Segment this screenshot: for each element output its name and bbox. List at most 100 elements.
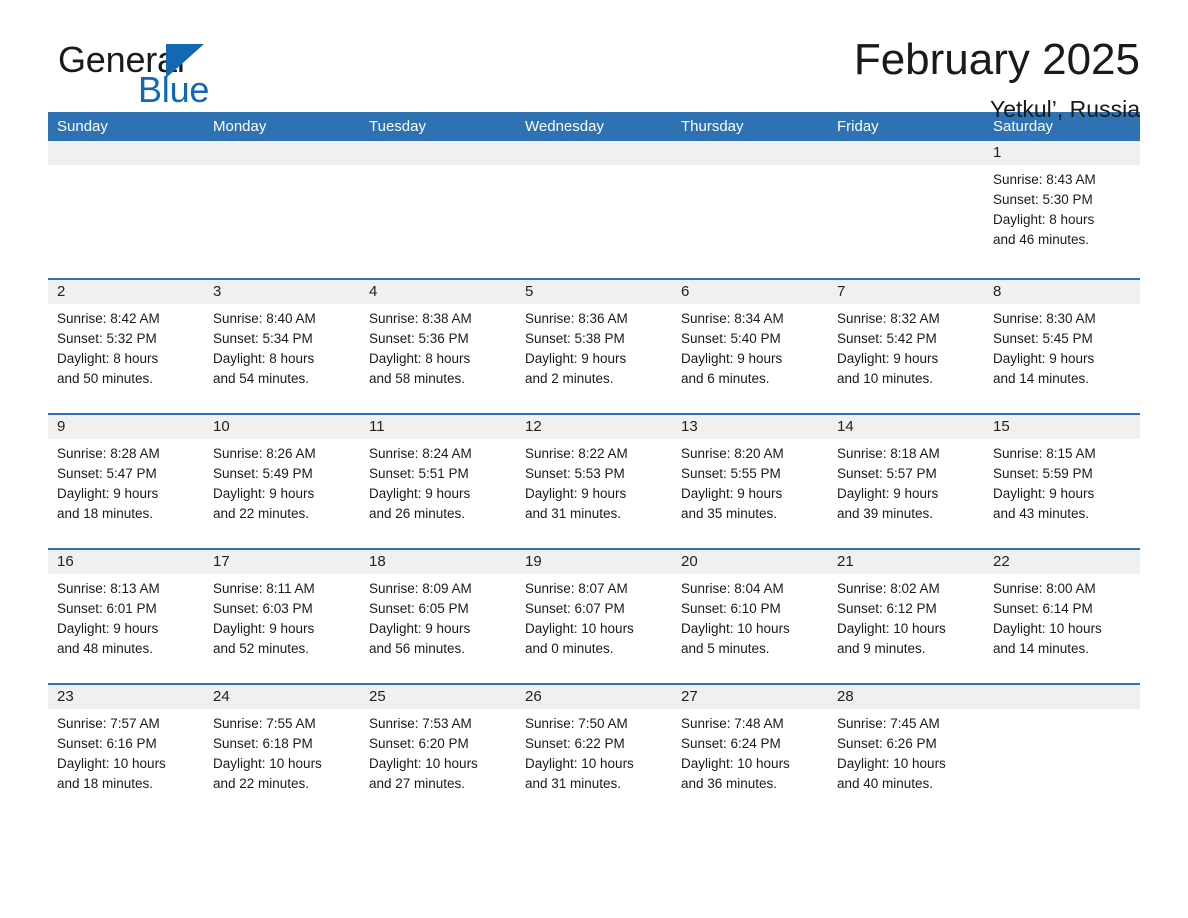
day-cell[interactable]: 6 Sunrise: 8:34 AM Sunset: 5:40 PM Daylight… xyxy=(672,280,828,413)
day-detail-line: Sunset: 5:49 PM xyxy=(213,466,313,481)
day-detail-line: Daylight: 9 hours xyxy=(213,621,315,636)
day-cell[interactable]: 8 Sunrise: 8:30 AM Sunset: 5:45 PM Daylight… xyxy=(984,280,1140,413)
day-cell[interactable]: 28 Sunrise: 7:45 AM Sunset: 6:26 PM Dayligh… xyxy=(828,685,984,818)
day-number: 23 xyxy=(48,685,204,709)
day-detail-line: Daylight: 10 hours xyxy=(837,756,946,771)
day-detail-line: Sunset: 6:24 PM xyxy=(681,736,781,751)
day-detail-line: Daylight: 9 hours xyxy=(993,486,1095,501)
day-details: Sunrise: 7:45 AM Sunset: 6:26 PM Daylight:… xyxy=(828,709,984,794)
day-detail-line: and 58 minutes. xyxy=(369,371,466,386)
day-detail-line: Sunset: 5:45 PM xyxy=(993,331,1093,346)
day-number xyxy=(672,141,828,165)
day-detail-line: Sunset: 5:57 PM xyxy=(837,466,937,481)
day-details: Sunrise: 8:15 AM Sunset: 5:59 PM Daylight:… xyxy=(984,439,1140,524)
day-cell[interactable]: 12 Sunrise: 8:22 AM Sunset: 5:53 PM Dayligh… xyxy=(516,415,672,548)
day-details: Sunrise: 7:53 AM Sunset: 6:20 PM Daylight:… xyxy=(360,709,516,794)
day-detail-line: Sunrise: 8:24 AM xyxy=(369,446,472,461)
day-cell[interactable]: 23 Sunrise: 7:57 AM Sunset: 6:16 PM Dayligh… xyxy=(48,685,204,818)
day-cell[interactable]: 17 Sunrise: 8:11 AM Sunset: 6:03 PM Dayligh… xyxy=(204,550,360,683)
day-detail-line: Daylight: 10 hours xyxy=(681,756,790,771)
day-detail-line: Sunrise: 8:26 AM xyxy=(213,446,316,461)
day-number xyxy=(360,141,516,165)
day-cell[interactable]: 20 Sunrise: 8:04 AM Sunset: 6:10 PM Dayligh… xyxy=(672,550,828,683)
day-cell[interactable]: 16 Sunrise: 8:13 AM Sunset: 6:01 PM Dayligh… xyxy=(48,550,204,683)
day-cell[interactable]: 14 Sunrise: 8:18 AM Sunset: 5:57 PM Dayligh… xyxy=(828,415,984,548)
day-cell[interactable]: 25 Sunrise: 7:53 AM Sunset: 6:20 PM Dayligh… xyxy=(360,685,516,818)
day-detail-line: and 50 minutes. xyxy=(57,371,154,386)
day-cell[interactable]: 19 Sunrise: 8:07 AM Sunset: 6:07 PM Dayligh… xyxy=(516,550,672,683)
day-number: 27 xyxy=(672,685,828,709)
day-details xyxy=(360,165,516,170)
day-number: 13 xyxy=(672,415,828,439)
day-detail-line: Sunset: 6:03 PM xyxy=(213,601,313,616)
day-details: Sunrise: 8:43 AM Sunset: 5:30 PM Daylight:… xyxy=(984,165,1140,250)
day-number: 20 xyxy=(672,550,828,574)
day-cell[interactable]: 2 Sunrise: 8:42 AM Sunset: 5:32 PM Daylight… xyxy=(48,280,204,413)
day-detail-line: Sunset: 6:22 PM xyxy=(525,736,625,751)
day-detail-line: Daylight: 8 hours xyxy=(369,351,471,366)
day-detail-line: and 10 minutes. xyxy=(837,371,934,386)
day-cell[interactable]: 27 Sunrise: 7:48 AM Sunset: 6:24 PM Dayligh… xyxy=(672,685,828,818)
day-cell[interactable]: 18 Sunrise: 8:09 AM Sunset: 6:05 PM Dayligh… xyxy=(360,550,516,683)
day-detail-line: Daylight: 10 hours xyxy=(681,621,790,636)
day-cell[interactable]: 26 Sunrise: 7:50 AM Sunset: 6:22 PM Dayligh… xyxy=(516,685,672,818)
day-number: 28 xyxy=(828,685,984,709)
calendar-week-row: 23 Sunrise: 7:57 AM Sunset: 6:16 PM Dayligh… xyxy=(48,683,1140,818)
day-detail-line: and 22 minutes. xyxy=(213,506,310,521)
weekday-header-thursday: Thursday xyxy=(681,118,744,135)
day-detail-line: Sunrise: 8:20 AM xyxy=(681,446,784,461)
day-cell[interactable]: 21 Sunrise: 8:02 AM Sunset: 6:12 PM Dayligh… xyxy=(828,550,984,683)
day-detail-line: Daylight: 9 hours xyxy=(837,351,939,366)
day-cell-empty xyxy=(828,141,984,278)
title-block: February 2025 Yetkul’, Russia xyxy=(854,36,1140,123)
day-detail-line: Sunrise: 7:55 AM xyxy=(213,716,316,731)
day-number: 22 xyxy=(984,550,1140,574)
day-number: 7 xyxy=(828,280,984,304)
day-detail-line: Daylight: 9 hours xyxy=(993,351,1095,366)
day-cell[interactable]: 7 Sunrise: 8:32 AM Sunset: 5:42 PM Daylight… xyxy=(828,280,984,413)
day-detail-line: Sunset: 6:01 PM xyxy=(57,601,157,616)
day-detail-line: Sunset: 6:16 PM xyxy=(57,736,157,751)
day-detail-line: Daylight: 10 hours xyxy=(213,756,322,771)
day-number xyxy=(48,141,204,165)
day-details: Sunrise: 8:04 AM Sunset: 6:10 PM Daylight:… xyxy=(672,574,828,659)
day-detail-line: Daylight: 9 hours xyxy=(57,621,159,636)
day-cell[interactable]: 9 Sunrise: 8:28 AM Sunset: 5:47 PM Daylight… xyxy=(48,415,204,548)
day-cell[interactable]: 5 Sunrise: 8:36 AM Sunset: 5:38 PM Daylight… xyxy=(516,280,672,413)
day-detail-line: and 46 minutes. xyxy=(993,232,1090,247)
day-number: 6 xyxy=(672,280,828,304)
day-detail-line: Sunrise: 7:48 AM xyxy=(681,716,784,731)
day-cell[interactable]: 24 Sunrise: 7:55 AM Sunset: 6:18 PM Dayligh… xyxy=(204,685,360,818)
day-detail-line: Sunrise: 8:30 AM xyxy=(993,311,1096,326)
day-details xyxy=(672,165,828,170)
day-cell[interactable]: 1 Sunrise: 8:43 AM Sunset: 5:30 PM Daylight… xyxy=(984,141,1140,278)
day-detail-line: Daylight: 9 hours xyxy=(525,351,627,366)
day-cell[interactable]: 15 Sunrise: 8:15 AM Sunset: 5:59 PM Dayligh… xyxy=(984,415,1140,548)
day-detail-line: Sunset: 6:05 PM xyxy=(369,601,469,616)
day-cell[interactable]: 10 Sunrise: 8:26 AM Sunset: 5:49 PM Dayligh… xyxy=(204,415,360,548)
day-detail-line: Daylight: 8 hours xyxy=(993,212,1095,227)
day-number: 8 xyxy=(984,280,1140,304)
day-cell-empty xyxy=(516,141,672,278)
day-detail-line: Sunrise: 8:32 AM xyxy=(837,311,940,326)
day-number xyxy=(828,141,984,165)
day-number: 15 xyxy=(984,415,1140,439)
day-cell[interactable]: 4 Sunrise: 8:38 AM Sunset: 5:36 PM Daylight… xyxy=(360,280,516,413)
day-detail-line: Sunset: 5:40 PM xyxy=(681,331,781,346)
day-detail-line: and 18 minutes. xyxy=(57,506,154,521)
day-detail-line: Sunset: 6:14 PM xyxy=(993,601,1093,616)
general-blue-logo[interactable]: General Blue xyxy=(58,42,318,114)
location-subtitle: Yetkul’, Russia xyxy=(989,95,1140,122)
day-detail-line: and 5 minutes. xyxy=(681,641,770,656)
day-cell[interactable]: 13 Sunrise: 8:20 AM Sunset: 5:55 PM Dayligh… xyxy=(672,415,828,548)
day-details: Sunrise: 8:26 AM Sunset: 5:49 PM Daylight:… xyxy=(204,439,360,524)
day-detail-line: and 43 minutes. xyxy=(993,506,1090,521)
day-cell[interactable]: 22 Sunrise: 8:00 AM Sunset: 6:14 PM Dayligh… xyxy=(984,550,1140,683)
day-cell[interactable]: 11 Sunrise: 8:24 AM Sunset: 5:51 PM Dayligh… xyxy=(360,415,516,548)
day-detail-line: and 14 minutes. xyxy=(993,641,1090,656)
day-cell[interactable]: 3 Sunrise: 8:40 AM Sunset: 5:34 PM Daylight… xyxy=(204,280,360,413)
day-number: 2 xyxy=(48,280,204,304)
day-detail-line: Sunset: 6:12 PM xyxy=(837,601,937,616)
day-details: Sunrise: 8:20 AM Sunset: 5:55 PM Daylight:… xyxy=(672,439,828,524)
day-detail-line: Daylight: 9 hours xyxy=(57,486,159,501)
